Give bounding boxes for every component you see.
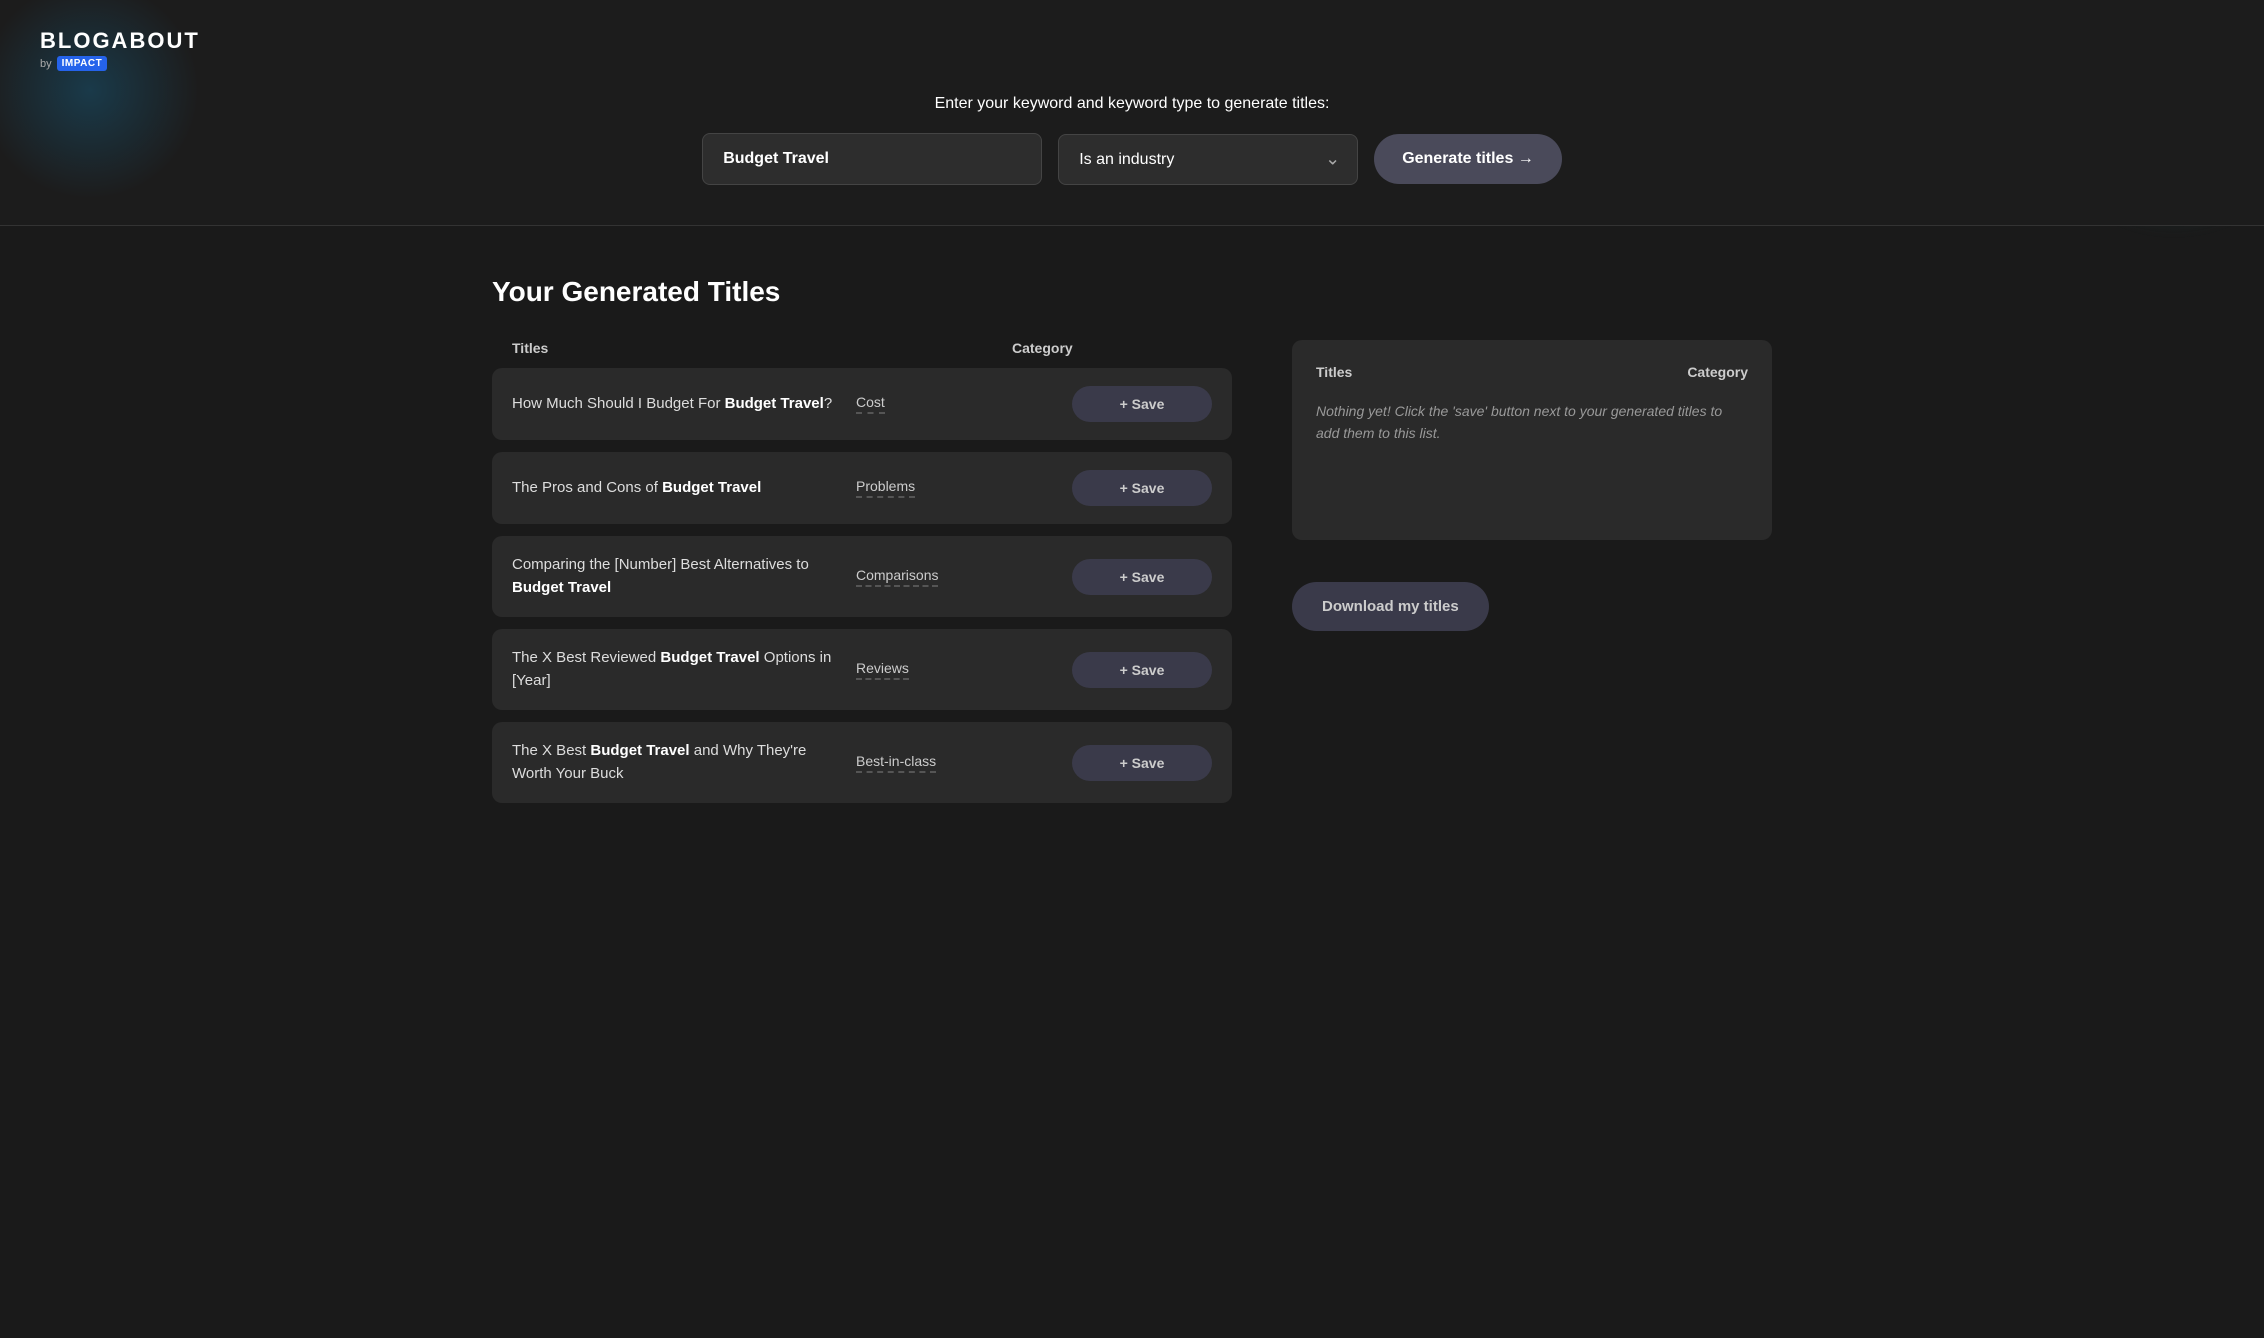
- logo-by-text: by: [40, 58, 52, 70]
- save-button-4[interactable]: + Save: [1072, 652, 1212, 688]
- keyword-type-wrapper: Is an industry Is a product Is a service…: [1058, 134, 1358, 185]
- titles-column: Titles Category How Much Should I Budget…: [492, 340, 1232, 815]
- col-headers: Titles Category: [492, 340, 1232, 368]
- table-row: The X Best Reviewed Budget Travel Option…: [492, 629, 1232, 710]
- logo: BLOGABOUT by IMPACT: [40, 28, 2224, 71]
- table-row: The Pros and Cons of Budget Travel Proble…: [492, 452, 1232, 524]
- logo-text: BLOGABOUT: [40, 28, 2224, 54]
- category-text-1: Cost: [856, 394, 1056, 414]
- saved-col-headers: Titles Category: [1316, 364, 1748, 380]
- section-title: Your Generated Titles: [492, 276, 1772, 308]
- table-row: Comparing the [Number] Best Alternatives…: [492, 536, 1232, 617]
- category-col-header: Category: [1012, 340, 1212, 356]
- save-button-1[interactable]: + Save: [1072, 386, 1212, 422]
- category-text-2: Problems: [856, 478, 1056, 498]
- title-text-1: How Much Should I Budget For Budget Trav…: [512, 393, 840, 416]
- title-text-4: The X Best Reviewed Budget Travel Option…: [512, 647, 840, 692]
- saved-titles-header: Titles: [1316, 364, 1687, 380]
- category-text-3: Comparisons: [856, 567, 1056, 587]
- saved-column: Titles Category Nothing yet! Click the '…: [1292, 340, 1772, 815]
- category-text-5: Best-in-class: [856, 753, 1056, 773]
- category-text-4: Reviews: [856, 660, 1056, 680]
- saved-box: Titles Category Nothing yet! Click the '…: [1292, 340, 1772, 540]
- header-prompt: Enter your keyword and keyword type to g…: [935, 95, 1330, 113]
- logo-by-line: by IMPACT: [40, 56, 2224, 71]
- logo-blog: BLOGABOUT: [40, 28, 200, 53]
- titles-col-header: Titles: [512, 340, 996, 356]
- table-row: How Much Should I Budget For Budget Trav…: [492, 368, 1232, 440]
- main-content: Your Generated Titles Titles Category Ho…: [432, 226, 1832, 865]
- header-section: BLOGABOUT by IMPACT Enter your keyword a…: [0, 0, 2264, 226]
- title-text-5: The X Best Budget Travel and Why They're…: [512, 740, 840, 785]
- content-grid: Titles Category How Much Should I Budget…: [492, 340, 1772, 815]
- title-rows-container: How Much Should I Budget For Budget Trav…: [492, 368, 1232, 803]
- table-row: The X Best Budget Travel and Why They're…: [492, 722, 1232, 803]
- saved-empty-message: Nothing yet! Click the 'save' button nex…: [1316, 400, 1748, 445]
- keyword-input[interactable]: [702, 133, 1042, 185]
- title-text-2: The Pros and Cons of Budget Travel: [512, 477, 840, 500]
- save-button-3[interactable]: + Save: [1072, 559, 1212, 595]
- title-text-3: Comparing the [Number] Best Alternatives…: [512, 554, 840, 599]
- download-button[interactable]: Download my titles: [1292, 582, 1489, 631]
- input-row: Is an industry Is a product Is a service…: [702, 133, 1562, 185]
- header-center: Enter your keyword and keyword type to g…: [40, 95, 2224, 185]
- keyword-type-select[interactable]: Is an industry Is a product Is a service…: [1058, 134, 1358, 185]
- generate-button[interactable]: Generate titles →: [1374, 134, 1562, 184]
- save-button-5[interactable]: + Save: [1072, 745, 1212, 781]
- impact-badge: IMPACT: [57, 56, 108, 71]
- save-button-2[interactable]: + Save: [1072, 470, 1212, 506]
- saved-category-header: Category: [1687, 364, 1748, 380]
